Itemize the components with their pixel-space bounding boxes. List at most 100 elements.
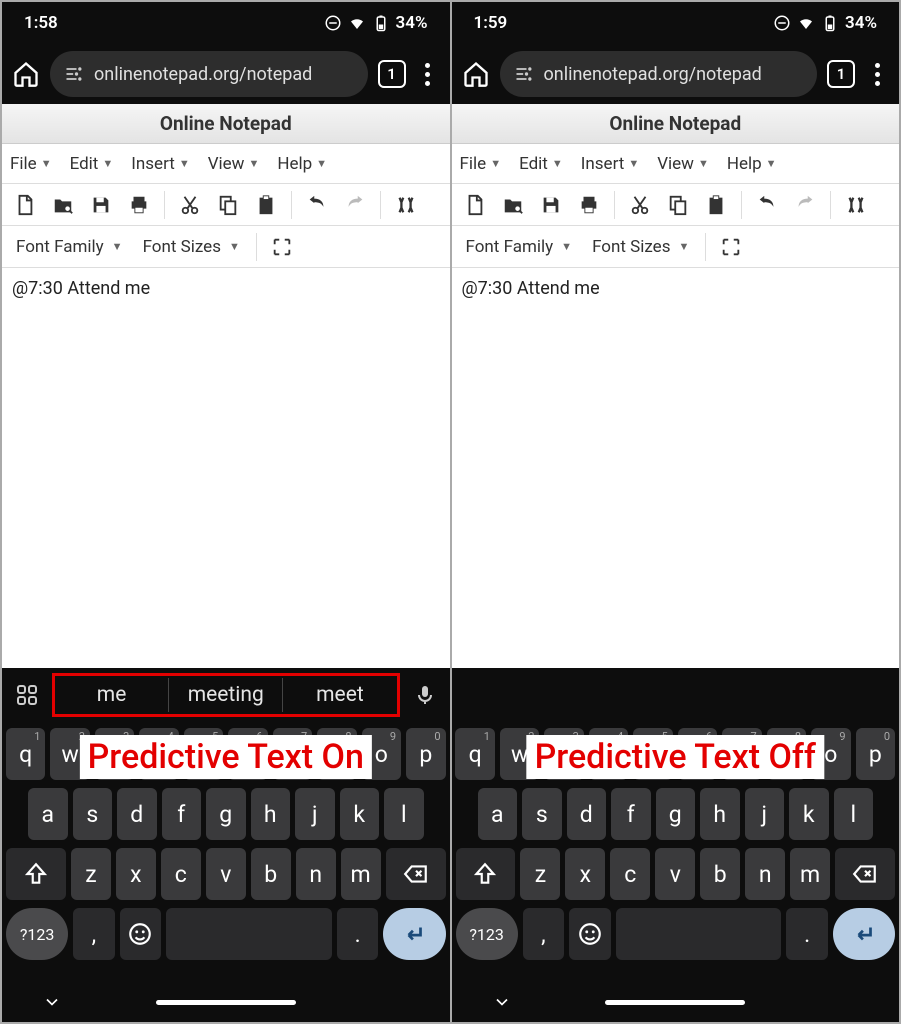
comma-key[interactable]: , <box>523 908 564 960</box>
menu-file[interactable]: File▼ <box>460 154 502 174</box>
font-family-select[interactable]: Font Family▼ <box>458 230 581 264</box>
keyboard-collapse-icon[interactable] <box>42 992 62 1012</box>
save-icon[interactable] <box>534 188 568 222</box>
font-family-select[interactable]: Font Family▼ <box>8 230 131 264</box>
nav-home-pill[interactable] <box>605 1000 745 1005</box>
key-m[interactable]: m <box>341 848 381 900</box>
key-z[interactable]: z <box>71 848 111 900</box>
font-size-select[interactable]: Font Sizes▼ <box>584 230 697 264</box>
key-n[interactable]: n <box>745 848 785 900</box>
key-q[interactable]: q1 <box>455 728 494 780</box>
key-c[interactable]: c <box>161 848 201 900</box>
menu-edit[interactable]: Edit▼ <box>70 154 114 174</box>
shift-key[interactable] <box>6 848 66 900</box>
space-key[interactable] <box>166 908 332 960</box>
print-icon[interactable] <box>572 188 606 222</box>
key-g[interactable]: g <box>206 788 246 840</box>
key-k[interactable]: k <box>340 788 380 840</box>
key-z[interactable]: z <box>520 848 560 900</box>
new-doc-icon[interactable] <box>8 188 42 222</box>
url-bar[interactable]: onlinenotepad.org/notepad <box>500 51 818 97</box>
fullscreen-icon[interactable] <box>265 230 299 264</box>
home-icon[interactable] <box>12 60 40 88</box>
fullscreen-icon[interactable] <box>714 230 748 264</box>
copy-icon[interactable] <box>661 188 695 222</box>
key-j[interactable]: j <box>295 788 335 840</box>
key-a[interactable]: a <box>28 788 68 840</box>
symbols-key[interactable]: ?123 <box>6 908 68 960</box>
key-j[interactable]: j <box>745 788 785 840</box>
key-g[interactable]: g <box>656 788 696 840</box>
redo-icon[interactable] <box>788 188 822 222</box>
tab-switcher[interactable]: 1 <box>827 60 855 88</box>
key-c[interactable]: c <box>610 848 650 900</box>
key-x[interactable]: x <box>116 848 156 900</box>
find-icon[interactable] <box>839 188 873 222</box>
key-x[interactable]: x <box>565 848 605 900</box>
backspace-key[interactable] <box>386 848 446 900</box>
open-icon[interactable] <box>46 188 80 222</box>
space-key[interactable] <box>616 908 782 960</box>
key-m[interactable]: m <box>790 848 830 900</box>
suggestion-3[interactable]: meet <box>283 678 396 712</box>
undo-icon[interactable] <box>300 188 334 222</box>
key-l[interactable]: l <box>384 788 424 840</box>
key-d[interactable]: d <box>567 788 607 840</box>
menu-edit[interactable]: Edit▼ <box>519 154 563 174</box>
mic-icon[interactable] <box>408 678 442 712</box>
menu-insert[interactable]: Insert▼ <box>131 154 189 174</box>
find-icon[interactable] <box>389 188 423 222</box>
key-d[interactable]: d <box>117 788 157 840</box>
save-icon[interactable] <box>84 188 118 222</box>
menu-help[interactable]: Help▼ <box>277 154 327 174</box>
menu-view[interactable]: View▼ <box>208 154 260 174</box>
shift-key[interactable] <box>456 848 516 900</box>
emoji-key[interactable] <box>569 908 610 960</box>
key-s[interactable]: s <box>73 788 113 840</box>
keyboard-apps-icon[interactable] <box>10 678 44 712</box>
key-h[interactable]: h <box>700 788 740 840</box>
key-l[interactable]: l <box>834 788 874 840</box>
key-p[interactable]: p0 <box>856 728 895 780</box>
key-f[interactable]: f <box>162 788 202 840</box>
suggestion-2[interactable]: meeting <box>169 678 283 712</box>
editor-textarea[interactable]: @7:30 Attend me <box>452 268 900 668</box>
url-bar[interactable]: onlinenotepad.org/notepad <box>50 51 368 97</box>
menu-view[interactable]: View▼ <box>657 154 709 174</box>
browser-menu-button[interactable] <box>865 63 889 86</box>
undo-icon[interactable] <box>750 188 784 222</box>
suggestion-1[interactable]: me <box>55 678 169 712</box>
cut-icon[interactable] <box>623 188 657 222</box>
comma-key[interactable]: , <box>73 908 114 960</box>
key-q[interactable]: q1 <box>6 728 45 780</box>
key-b[interactable]: b <box>251 848 291 900</box>
enter-key[interactable] <box>833 908 895 960</box>
key-b[interactable]: b <box>700 848 740 900</box>
tab-switcher[interactable]: 1 <box>378 60 406 88</box>
key-f[interactable]: f <box>611 788 651 840</box>
period-key[interactable]: . <box>337 908 378 960</box>
browser-menu-button[interactable] <box>416 63 440 86</box>
emoji-key[interactable] <box>120 908 161 960</box>
redo-icon[interactable] <box>338 188 372 222</box>
print-icon[interactable] <box>122 188 156 222</box>
key-h[interactable]: h <box>251 788 291 840</box>
home-icon[interactable] <box>462 60 490 88</box>
symbols-key[interactable]: ?123 <box>456 908 518 960</box>
font-size-select[interactable]: Font Sizes▼ <box>135 230 248 264</box>
key-a[interactable]: a <box>478 788 518 840</box>
paste-icon[interactable] <box>699 188 733 222</box>
paste-icon[interactable] <box>249 188 283 222</box>
nav-home-pill[interactable] <box>156 1000 296 1005</box>
key-s[interactable]: s <box>522 788 562 840</box>
key-k[interactable]: k <box>789 788 829 840</box>
menu-insert[interactable]: Insert▼ <box>581 154 639 174</box>
backspace-key[interactable] <box>835 848 895 900</box>
enter-key[interactable] <box>383 908 445 960</box>
new-doc-icon[interactable] <box>458 188 492 222</box>
key-v[interactable]: v <box>655 848 695 900</box>
key-v[interactable]: v <box>206 848 246 900</box>
key-n[interactable]: n <box>296 848 336 900</box>
editor-textarea[interactable]: @7:30 Attend me <box>2 268 450 668</box>
menu-help[interactable]: Help▼ <box>727 154 777 174</box>
